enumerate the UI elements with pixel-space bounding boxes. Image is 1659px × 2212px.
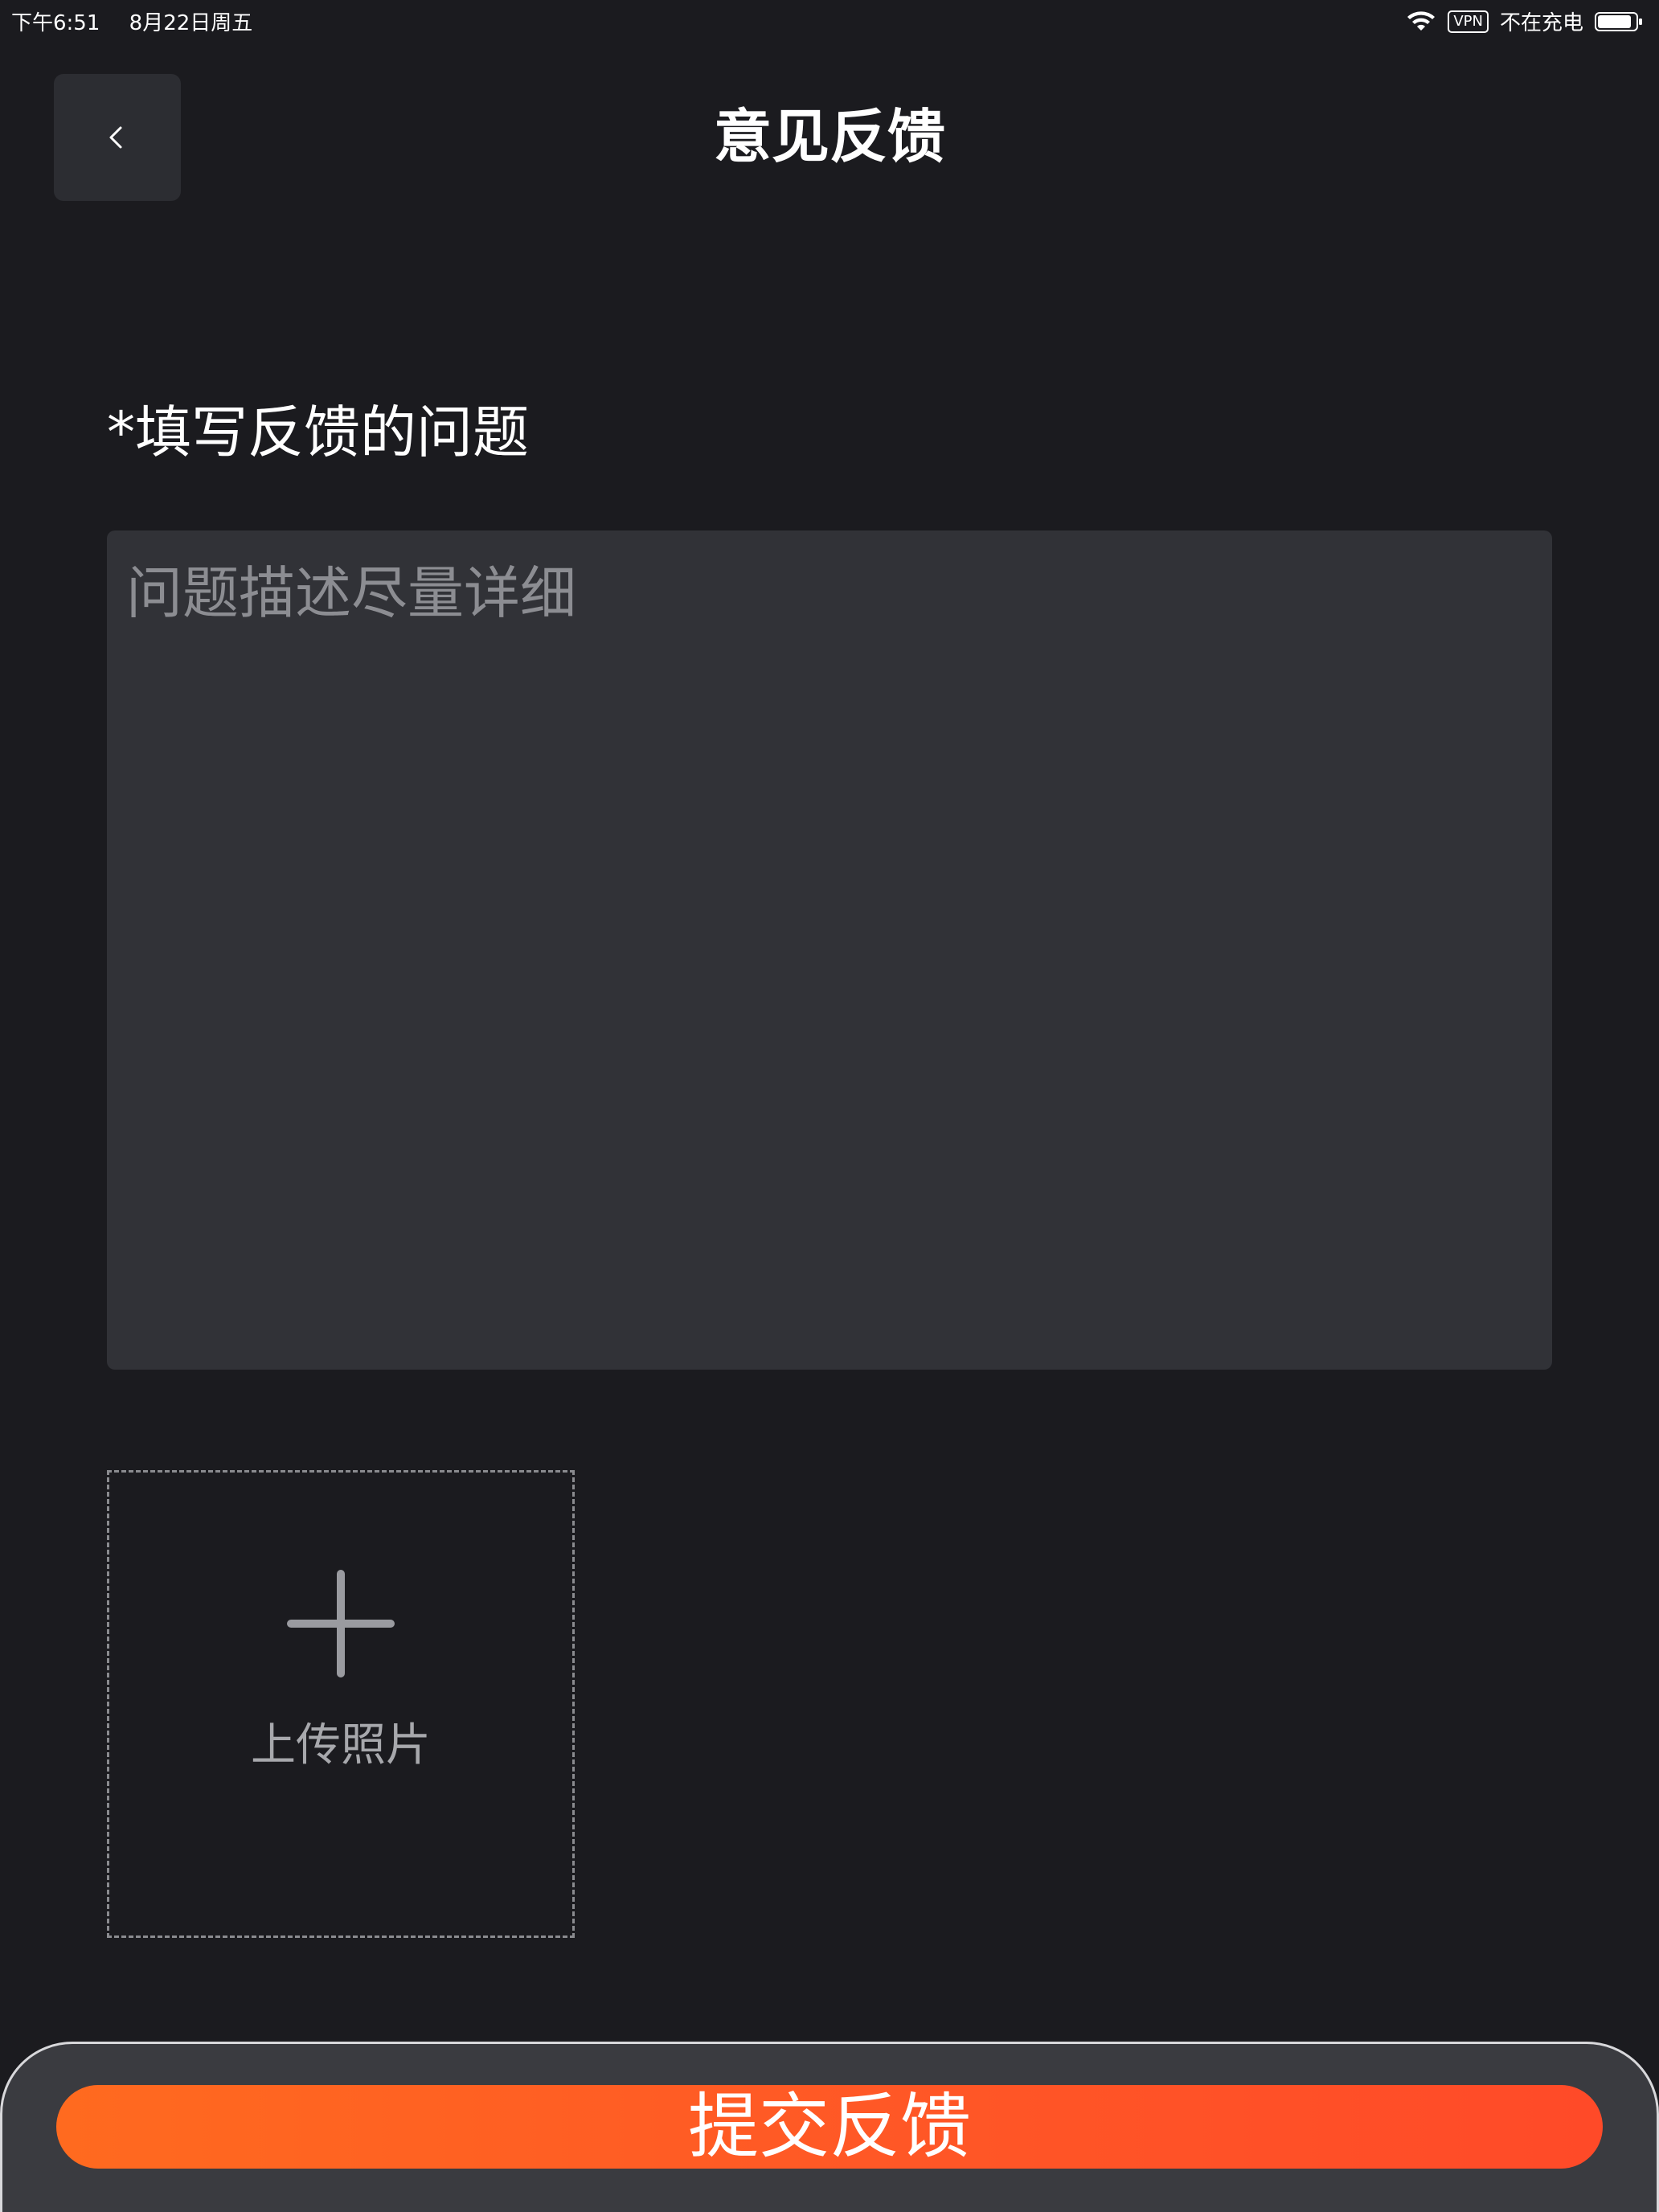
vpn-badge: VPN [1448, 10, 1489, 33]
status-bar-right: VPN 不在充电 [1406, 6, 1643, 36]
plus-icon [287, 1570, 395, 1677]
question-label: *填写反馈的问题 [107, 399, 529, 465]
charging-status: 不在充电 [1499, 11, 1583, 35]
battery-icon [1595, 10, 1643, 33]
submit-feedback-button[interactable]: 提交反馈 [56, 2085, 1603, 2169]
page-title: 意见反馈 [713, 103, 945, 170]
feedback-screen: 下午6:51 8月22日周五 VPN 不在充电 意见反馈 *填写反馈的问题 问题… [0, 0, 1659, 2212]
feedback-description-input[interactable] [107, 530, 1552, 1370]
wifi-icon [1406, 10, 1436, 33]
status-date: 8月22日周五 [129, 11, 253, 35]
upload-photo-label: 上传照片 [251, 1719, 431, 1772]
status-bar: 下午6:51 8月22日周五 VPN 不在充电 [0, 0, 1659, 40]
status-bar-left: 下午6:51 8月22日周五 [11, 6, 252, 36]
status-time: 下午6:51 [11, 11, 100, 35]
upload-photo-button[interactable]: 上传照片 [107, 1470, 575, 1938]
